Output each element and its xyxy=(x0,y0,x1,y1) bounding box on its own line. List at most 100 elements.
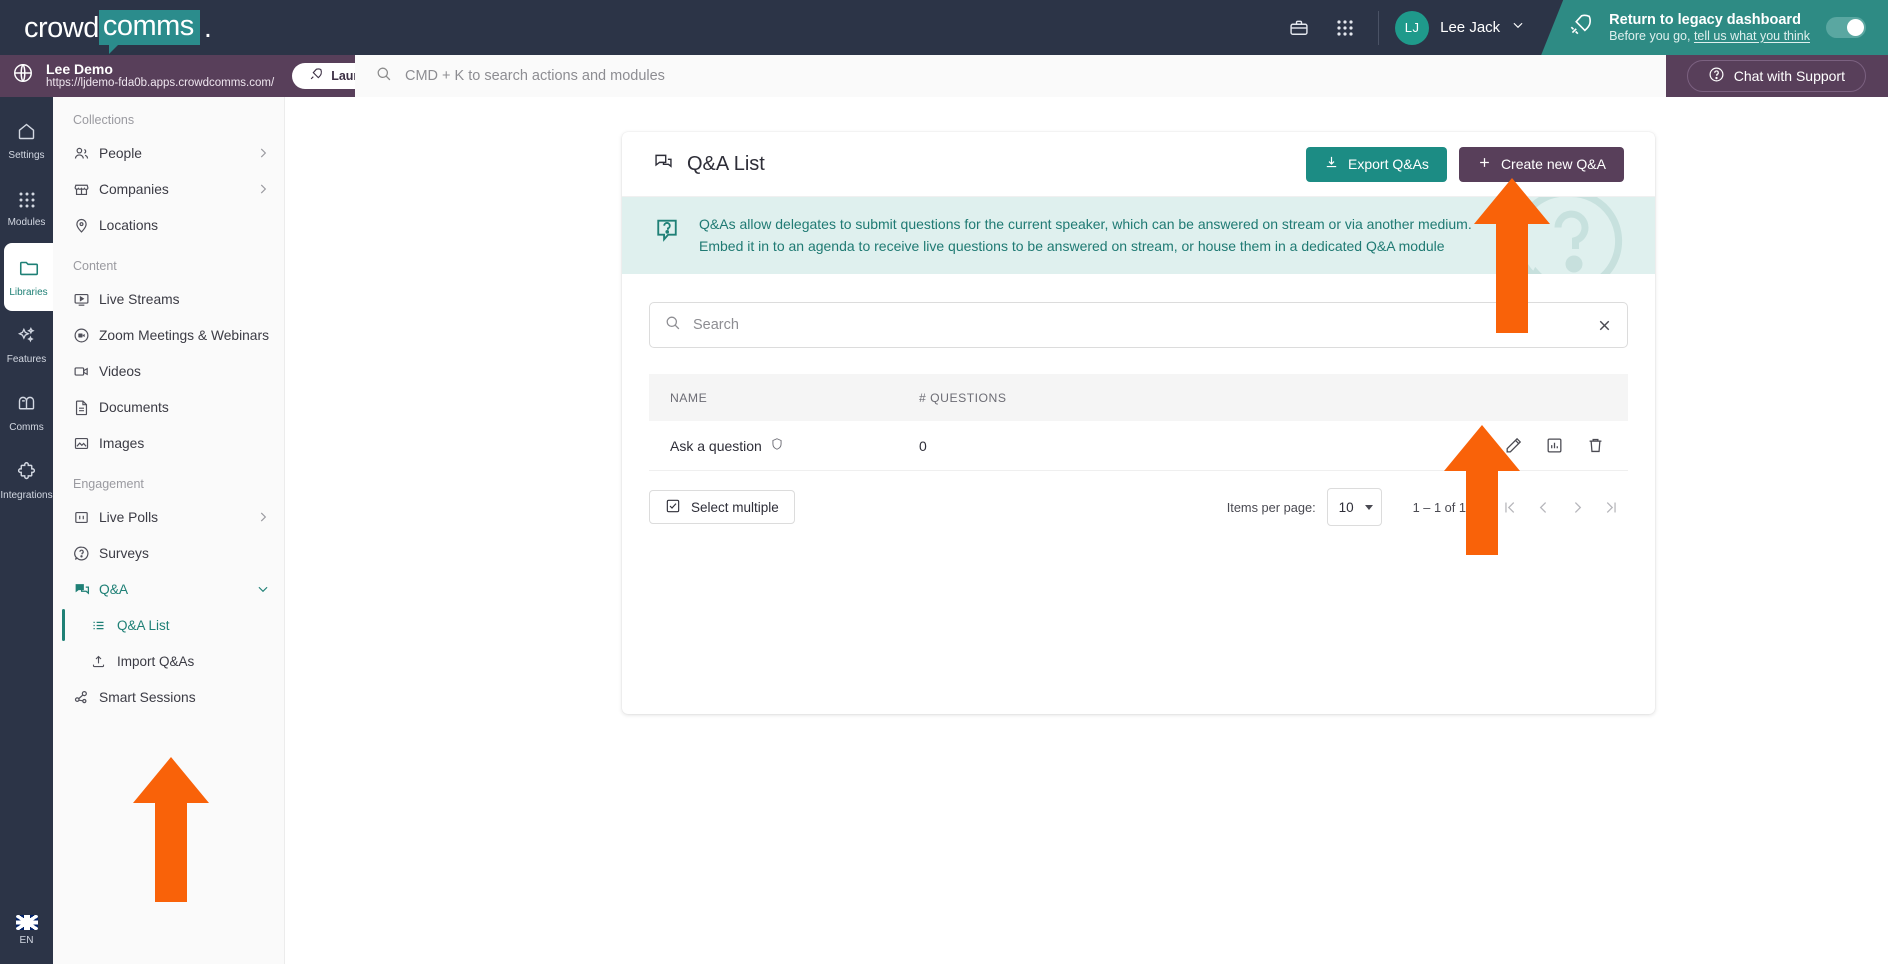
arrow-edit-row xyxy=(1444,425,1520,560)
sidebar-item-videos[interactable]: Videos xyxy=(53,353,284,389)
info-banner-line-2: Embed it in to an agenda to receive live… xyxy=(699,236,1472,258)
language-selector[interactable]: EN xyxy=(0,915,53,946)
bar-chart-icon[interactable] xyxy=(1545,436,1564,455)
info-banner-line-1: Q&As allow delegates to submit questions… xyxy=(699,214,1472,236)
checkbox-checked-icon xyxy=(665,498,681,517)
select-multiple-button[interactable]: Select multiple xyxy=(649,490,795,524)
sparkles-icon xyxy=(16,325,37,349)
legacy-feedback-link[interactable]: tell us what you think xyxy=(1694,29,1810,43)
last-page-icon[interactable] xyxy=(1594,490,1628,524)
live-stream-icon xyxy=(73,291,99,308)
zoom-icon xyxy=(73,327,99,344)
chat-bubbles-icon xyxy=(73,580,99,598)
store-icon xyxy=(73,181,99,198)
top-bar-divider xyxy=(1378,11,1379,45)
top-bar-right: LJ Lee Jack Return to legacy dashboard B… xyxy=(1276,0,1888,55)
sidebar-label-live-streams: Live Streams xyxy=(99,292,270,307)
rail-label-features: Features xyxy=(7,354,46,365)
sidebar-item-import-qas[interactable]: Import Q&As xyxy=(53,643,284,679)
user-menu[interactable]: LJ Lee Jack xyxy=(1389,0,1541,55)
column-header-name: NAME xyxy=(649,391,919,405)
crowdcomms-logo[interactable]: crowd comms . xyxy=(24,10,211,45)
avatar: LJ xyxy=(1395,11,1429,45)
legacy-dashboard-banner[interactable]: Return to legacy dashboard Before you go… xyxy=(1541,0,1888,55)
items-per-page-select[interactable]: 10 xyxy=(1327,488,1382,526)
arrow-qa-list-nav xyxy=(133,757,209,907)
image-icon xyxy=(73,435,99,452)
language-label: EN xyxy=(20,935,34,946)
export-qas-label: Export Q&As xyxy=(1348,156,1429,172)
site-info: Lee Demo https://ljdemo-fda0b.apps.crowd… xyxy=(12,61,274,91)
sidebar-item-zoom[interactable]: Zoom Meetings & Webinars xyxy=(53,317,284,353)
icon-rail: Settings Modules Libraries xyxy=(0,97,53,964)
sidebar-label-locations: Locations xyxy=(99,218,270,233)
user-name: Lee Jack xyxy=(1440,19,1500,36)
sidebar-item-companies[interactable]: Companies xyxy=(53,171,284,207)
rail-item-integrations[interactable]: Integrations xyxy=(0,447,53,515)
sidebar-label-people: People xyxy=(99,146,256,161)
rail-item-libraries[interactable]: Libraries xyxy=(4,243,53,311)
next-page-icon[interactable] xyxy=(1560,490,1594,524)
select-multiple-label: Select multiple xyxy=(691,500,779,515)
question-circle-icon xyxy=(1708,66,1725,86)
rail-label-comms: Comms xyxy=(9,422,43,433)
export-qas-button[interactable]: Export Q&As xyxy=(1306,147,1447,182)
sidebar-label-documents: Documents xyxy=(99,400,270,415)
rail-item-features[interactable]: Features xyxy=(0,311,53,379)
chat-with-support-label: Chat with Support xyxy=(1734,68,1845,84)
sidebar-item-images[interactable]: Images xyxy=(53,425,284,461)
globe-icon xyxy=(12,62,34,89)
rail-item-comms[interactable]: Comms xyxy=(0,379,53,447)
rail-item-modules[interactable]: Modules xyxy=(0,175,53,243)
sidebar-item-live-streams[interactable]: Live Streams xyxy=(53,281,284,317)
close-icon[interactable] xyxy=(1596,317,1613,334)
sidebar-item-documents[interactable]: Documents xyxy=(53,389,284,425)
uk-flag-icon xyxy=(16,915,38,930)
apps-grid-icon[interactable] xyxy=(1322,0,1368,55)
rail-label-integrations: Integrations xyxy=(0,490,52,501)
legacy-subtitle: Before you go, tell us what you think xyxy=(1609,29,1810,45)
chevron-down-icon xyxy=(1511,18,1525,37)
sidebar-item-smart-sessions[interactable]: Smart Sessions xyxy=(53,679,284,715)
sidebar-item-live-polls[interactable]: Live Polls xyxy=(53,499,284,535)
rocket-icon xyxy=(308,67,323,85)
global-search-placeholder: CMD + K to search actions and modules xyxy=(405,68,665,84)
logo-text-crowd: crowd xyxy=(24,12,99,45)
sidebar-item-locations[interactable]: Locations xyxy=(53,207,284,243)
chevron-down-icon xyxy=(256,582,270,596)
chevron-right-icon xyxy=(256,146,270,160)
page-title: Q&A List xyxy=(653,151,765,178)
legacy-toggle[interactable] xyxy=(1826,17,1866,38)
rail-label-modules: Modules xyxy=(8,217,46,228)
folder-icon xyxy=(18,257,40,282)
chat-with-support-button[interactable]: Chat with Support xyxy=(1687,60,1866,92)
search-icon xyxy=(664,314,681,336)
people-icon xyxy=(73,145,99,162)
create-new-qa-label: Create new Q&A xyxy=(1501,156,1606,172)
trash-icon[interactable] xyxy=(1586,436,1605,455)
global-search-bar[interactable]: CMD + K to search actions and modules xyxy=(355,55,1666,97)
prev-page-icon[interactable] xyxy=(1526,490,1560,524)
info-banner-text: Q&As allow delegates to submit questions… xyxy=(699,214,1472,257)
sidebar-item-surveys[interactable]: Surveys xyxy=(53,535,284,571)
sidebar-item-qa[interactable]: Q&A xyxy=(53,571,284,607)
home-icon xyxy=(16,121,37,145)
question-circle-icon xyxy=(73,545,99,562)
legacy-title: Return to legacy dashboard xyxy=(1609,11,1810,29)
sidebar-label-import-qas: Import Q&As xyxy=(117,654,194,669)
top-bar: crowd comms . LJ Lee Jack xyxy=(0,0,1888,55)
sidebar-item-people[interactable]: People xyxy=(53,135,284,171)
nav-section-engagement: Engagement xyxy=(53,461,284,499)
column-header-questions: # QUESTIONS xyxy=(919,391,1628,405)
sidebar-label-qa-list: Q&A List xyxy=(117,618,170,633)
sidebar-item-qa-list[interactable]: Q&A List xyxy=(53,607,284,643)
sidebar-label-live-polls: Live Polls xyxy=(99,510,256,525)
rail-item-settings[interactable]: Settings xyxy=(0,107,53,175)
create-new-qa-button[interactable]: Create new Q&A xyxy=(1459,147,1624,182)
sidebar-label-companies: Companies xyxy=(99,182,256,197)
nav-section-collections: Collections xyxy=(53,97,284,135)
cell-name-text: Ask a question xyxy=(670,438,762,454)
chevron-right-icon xyxy=(256,182,270,196)
table-header-row: NAME # QUESTIONS xyxy=(649,374,1628,421)
briefcase-icon[interactable] xyxy=(1276,0,1322,55)
